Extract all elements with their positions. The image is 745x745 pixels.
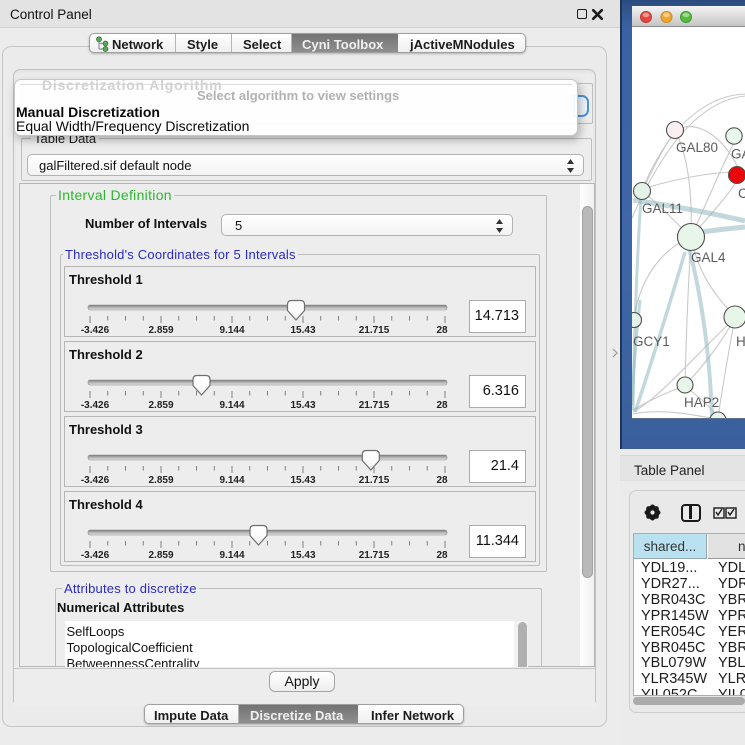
svg-text:9.144: 9.144 xyxy=(219,550,244,561)
svg-text:-3.426: -3.426 xyxy=(81,400,110,411)
svg-text:-3.426: -3.426 xyxy=(81,550,110,561)
svg-text:2.859: 2.859 xyxy=(148,475,173,486)
svg-text:21.715: 21.715 xyxy=(359,400,390,411)
svg-text:28: 28 xyxy=(436,400,448,411)
svg-text:28: 28 xyxy=(436,475,448,486)
svg-text:-3.426: -3.426 xyxy=(81,475,110,486)
svg-text:28: 28 xyxy=(436,550,448,561)
svg-text:2.859: 2.859 xyxy=(148,550,173,561)
svg-text:15.43: 15.43 xyxy=(290,550,315,561)
svg-text:28: 28 xyxy=(436,325,448,336)
svg-text:HAP2: HAP2 xyxy=(684,395,719,410)
svg-text:H: H xyxy=(736,334,745,349)
svg-text:GAL11: GAL11 xyxy=(642,201,683,216)
svg-text:2.859: 2.859 xyxy=(148,400,173,411)
svg-text:C: C xyxy=(738,186,745,201)
svg-text:15.43: 15.43 xyxy=(290,400,315,411)
svg-text:GAL80: GAL80 xyxy=(676,140,718,155)
svg-text:21.715: 21.715 xyxy=(359,550,390,561)
svg-text:GAL: GAL xyxy=(731,147,745,162)
svg-text:2.859: 2.859 xyxy=(148,325,173,336)
svg-text:-3.426: -3.426 xyxy=(81,325,110,336)
svg-text:9.144: 9.144 xyxy=(219,475,244,486)
svg-text:21.715: 21.715 xyxy=(359,475,390,486)
svg-text:9.144: 9.144 xyxy=(219,325,244,336)
svg-text:15.43: 15.43 xyxy=(290,475,315,486)
svg-text:GAL4: GAL4 xyxy=(691,250,726,265)
svg-text:GCY1: GCY1 xyxy=(633,334,670,349)
svg-text:9.144: 9.144 xyxy=(219,400,244,411)
svg-text:15.43: 15.43 xyxy=(290,325,315,336)
svg-text:21.715: 21.715 xyxy=(359,325,390,336)
